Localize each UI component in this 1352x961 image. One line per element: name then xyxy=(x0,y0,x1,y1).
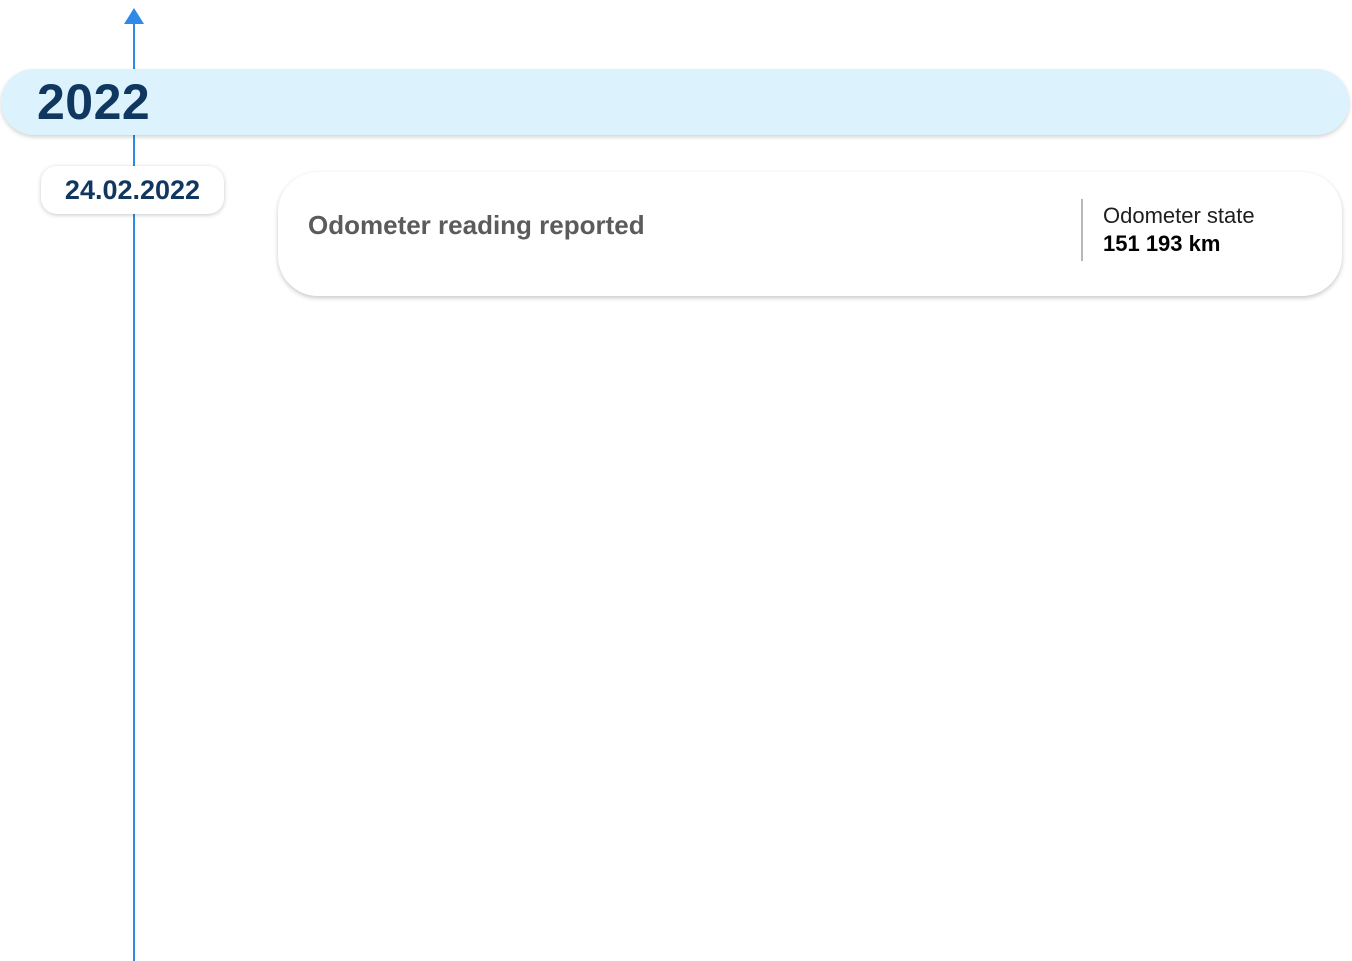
year-header-bar: 2022 xyxy=(1,69,1349,135)
odometer-state-label: Odometer state xyxy=(1103,203,1255,228)
year-label: 2022 xyxy=(37,74,151,130)
event-card[interactable]: Odometer reading reported Odometer state… xyxy=(278,172,1342,296)
event-meta: Odometer state 151 193 km xyxy=(1103,202,1255,258)
arrow-up-icon xyxy=(124,8,144,24)
event-divider xyxy=(1081,199,1083,261)
event-date-label: 24.02.2022 xyxy=(64,174,201,205)
event-title: Odometer reading reported xyxy=(308,210,645,240)
odometer-state-value: 151 193 km xyxy=(1103,231,1221,256)
event-date-badge: 24.02.2022 xyxy=(41,166,224,214)
timeline-axis-line xyxy=(133,18,135,961)
history-timeline-page: 2022 24.02.2022 Odometer reading reporte… xyxy=(0,0,1352,961)
